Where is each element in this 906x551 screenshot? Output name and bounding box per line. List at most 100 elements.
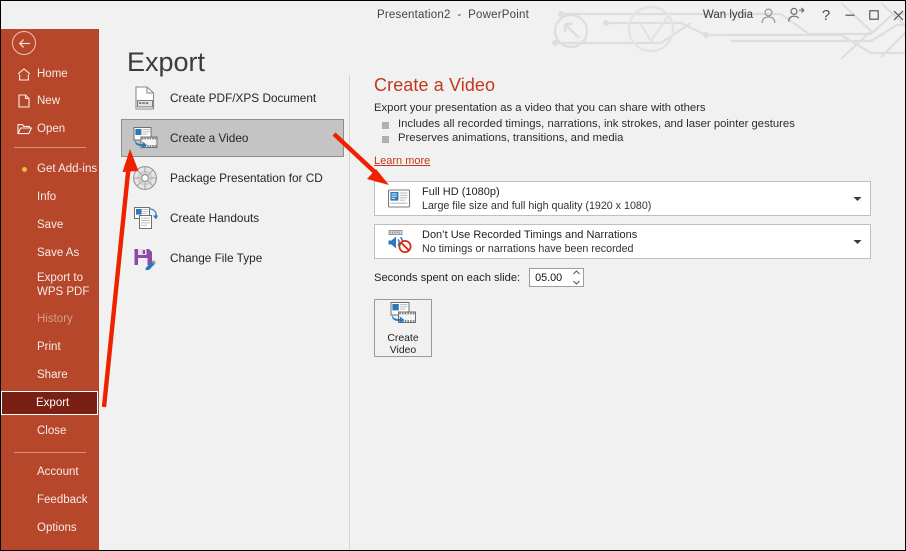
sidebar-item-account[interactable]: Account	[1, 461, 99, 483]
dropdown-line1: Don’t Use Recorded Timings and Narration…	[422, 228, 638, 241]
sidebar-item-feedback[interactable]: Feedback	[1, 489, 99, 511]
pdf-document-icon	[126, 82, 164, 114]
sidebar-item-label: Export to WPS PDF	[37, 272, 90, 298]
sidebar-item-share[interactable]: Share	[1, 364, 99, 386]
sidebar-item-label: New	[37, 95, 61, 107]
chevron-down-icon	[573, 280, 581, 285]
close-button[interactable]	[885, 1, 905, 29]
create-video-button-label: Create Video	[387, 333, 418, 357]
learn-more-link[interactable]: Learn more	[374, 155, 430, 167]
detail-subtitle: Export your presentation as a video that…	[374, 102, 706, 114]
sidebar-item-home[interactable]: Home	[1, 63, 99, 85]
sidebar-item-new[interactable]: New	[1, 90, 99, 112]
bullet-square-icon	[382, 136, 389, 143]
sidebar-item-label: Close	[37, 425, 67, 437]
create-video-button[interactable]: Create Video	[374, 299, 432, 357]
sidebar-item-label: Share	[37, 369, 68, 381]
sidebar-item-label: Get Add-ins	[37, 163, 98, 175]
sidebar-divider-bottom	[14, 452, 86, 453]
maximize-button[interactable]	[861, 1, 887, 29]
video-icon	[389, 301, 417, 330]
sidebar-item-label: Print	[37, 341, 61, 353]
chevron-down-icon[interactable]	[852, 237, 862, 247]
cd-disc-icon	[126, 162, 164, 194]
detail-bullet-text: Includes all recorded timings, narration…	[398, 118, 795, 130]
sidebar-item-label: Account	[37, 466, 79, 478]
page-title: Export	[127, 47, 206, 77]
powerpoint-backstage-window: Presentation2 - PowerPoint Wan lydia ? H…	[0, 0, 906, 551]
sidebar-item-label: Feedback	[37, 494, 88, 506]
sidebar-item-get-add-ins[interactable]: Get Add-ins	[1, 158, 99, 180]
sidebar-item-save-as[interactable]: Save As	[1, 242, 99, 264]
export-option-label: Create PDF/XPS Document	[170, 91, 317, 105]
export-option-create-a-video[interactable]: Create a Video	[121, 119, 344, 157]
export-option-label: Change File Type	[170, 251, 263, 265]
sidebar-item-label: Export	[36, 397, 70, 409]
back-button[interactable]	[12, 31, 36, 55]
sidebar-item-print[interactable]: Print	[1, 336, 99, 358]
avatar-icon[interactable]	[755, 1, 781, 29]
create-video-line1: Create	[387, 333, 419, 344]
folder-icon	[11, 123, 37, 135]
narration-muted-icon	[380, 227, 418, 257]
sidebar-item-label: Options	[37, 522, 77, 534]
sidebar-item-label: Home	[37, 68, 68, 80]
file-type-icon	[126, 242, 164, 274]
detail-title: Create a Video	[374, 75, 496, 95]
export-option-change-file-type[interactable]: Change File Type	[121, 239, 344, 277]
sidebar-item-open[interactable]: Open	[1, 118, 99, 140]
detail-bullet: Preserves animations, transitions, and m…	[382, 132, 894, 144]
detail-bullet: Includes all recorded timings, narration…	[382, 118, 894, 130]
sidebar-item-save[interactable]: Save	[1, 214, 99, 236]
sidebar-item-close[interactable]: Close	[1, 420, 99, 442]
video-icon	[126, 122, 164, 154]
home-icon	[11, 67, 37, 81]
sidebar-item-info[interactable]: Info	[1, 186, 99, 208]
page-icon	[11, 94, 37, 108]
video-quality-icon	[380, 184, 418, 214]
sidebar-item-label: Open	[37, 123, 66, 135]
help-icon[interactable]: ?	[813, 1, 839, 29]
chevron-down-icon[interactable]	[852, 194, 862, 204]
dropdown-line2: Large file size and full high quality (1…	[422, 199, 652, 212]
dropdown-line1: Full HD (1080p)	[422, 185, 500, 198]
export-option-label: Package Presentation for CD	[170, 171, 323, 185]
sidebar-item-label: History	[37, 313, 73, 325]
title-bar: Presentation2 - PowerPoint Wan lydia ?	[1, 1, 905, 60]
video-quality-dropdown[interactable]: Full HD (1080p) Large file size and full…	[374, 181, 871, 216]
export-option-label: Create a Video	[170, 131, 249, 145]
sidebar-item-label: Save As	[37, 247, 80, 259]
account-name: Wan lydia	[702, 9, 753, 21]
dot-icon	[22, 167, 27, 172]
seconds-per-slide-value[interactable]: 05.00	[535, 272, 562, 284]
dropdown-line2: No timings or narrations have been recor…	[422, 242, 634, 255]
sidebar-item-options[interactable]: Options	[1, 517, 99, 539]
sidebar-item-label: Save	[37, 219, 64, 231]
sidebar-item-history: History	[1, 308, 99, 330]
export-options-list: Create PDF/XPS Document Create a Video P…	[121, 79, 371, 279]
seconds-per-slide-row: Seconds spent on each slide: 05.00	[374, 268, 894, 287]
seconds-per-slide-stepper[interactable]: 05.00	[529, 268, 585, 287]
stepper-arrows[interactable]	[573, 270, 581, 285]
chevron-up-icon	[573, 270, 581, 275]
dropdown-text: Don’t Use Recorded Timings and Narration…	[422, 228, 637, 256]
recorded-timings-dropdown[interactable]: Don’t Use Recorded Timings and Narration…	[374, 224, 871, 259]
sidebar-item-label: Info	[37, 191, 57, 203]
share-icon[interactable]	[783, 1, 809, 29]
sidebar-item-export[interactable]: Export	[1, 391, 98, 415]
export-option-label: Create Handouts	[170, 211, 260, 225]
sidebar-divider-top	[14, 147, 86, 148]
backstage-main: Export Create PDF/XPS Document Create a …	[99, 29, 905, 550]
export-option-create-handouts[interactable]: Create Handouts	[121, 199, 344, 237]
backstage-sidebar: Home New Open Get Add-ins Info Save Save…	[1, 1, 99, 550]
export-option-package-presentation-for-cd[interactable]: Package Presentation for CD	[121, 159, 344, 197]
sidebar-item-export-to-wps-pdf[interactable]: Export to WPS PDF	[1, 270, 99, 304]
create-video-detail-pane: Create a Video Export your presentation …	[374, 75, 894, 357]
handouts-icon	[126, 202, 164, 234]
detail-bullet-text: Preserves animations, transitions, and m…	[398, 132, 624, 144]
export-option-create-pdf-xps[interactable]: Create PDF/XPS Document	[121, 79, 344, 117]
create-video-line2: Video	[389, 345, 417, 356]
seconds-per-slide-label: Seconds spent on each slide:	[374, 271, 521, 284]
dropdown-text: Full HD (1080p) Large file size and full…	[422, 185, 651, 213]
minimize-button[interactable]	[837, 1, 863, 29]
